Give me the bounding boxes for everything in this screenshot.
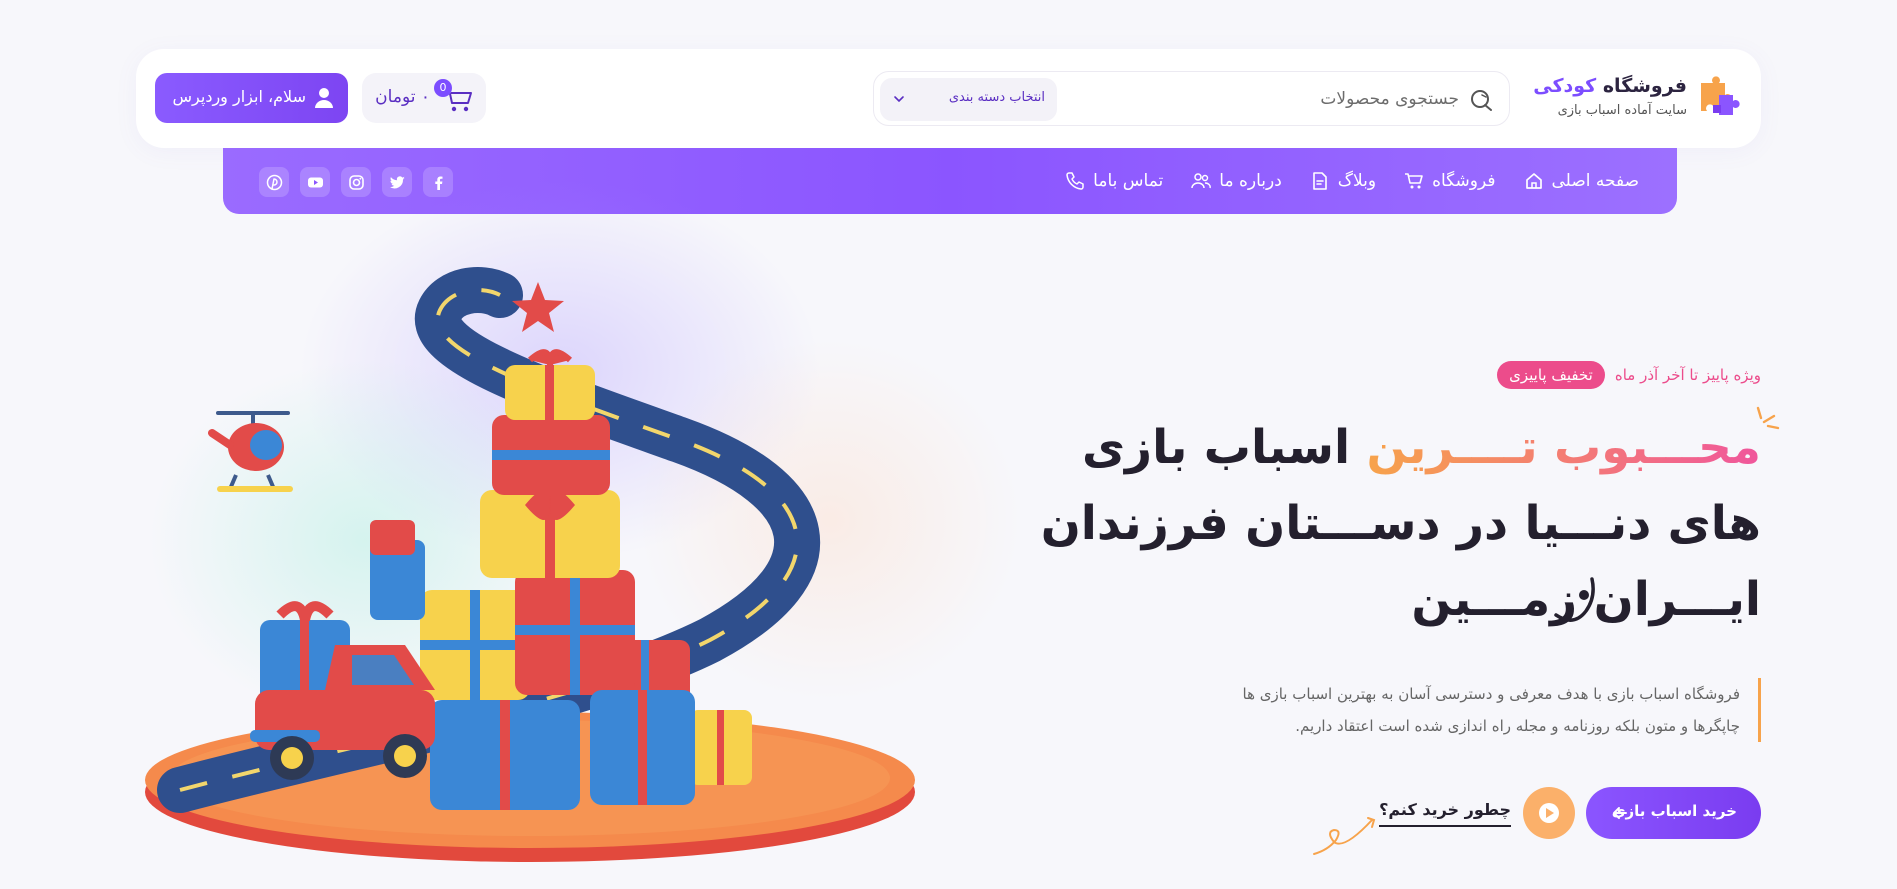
youtube-icon — [307, 177, 323, 187]
nav-item-about-label: درباره ما — [1219, 171, 1282, 191]
cart-button[interactable]: 0 ۰ تومان — [362, 73, 486, 123]
play-icon — [1539, 803, 1559, 823]
pinterest-icon — [266, 174, 282, 190]
promo-row: تخفیف پاییزی ویژه پاییز تا آخر آذر ماه — [1497, 361, 1761, 389]
promo-text: ویژه پاییز تا آخر آذر ماه — [1614, 366, 1761, 384]
hero-headline: محـــبوب تــــرین اسباب بازی های دنـــیا… — [1040, 410, 1762, 638]
play-video-button[interactable] — [1523, 787, 1575, 839]
search-input[interactable] — [1079, 82, 1459, 116]
curly-arrow-icon — [1313, 817, 1376, 855]
youtube-link[interactable] — [300, 167, 330, 197]
home-icon — [1525, 173, 1542, 189]
twitter-link[interactable] — [382, 167, 412, 197]
arrow-left-icon — [1613, 807, 1627, 819]
account-label: سلام، ابزار وردپرس — [172, 87, 306, 106]
helicopter-toy-icon — [208, 411, 293, 492]
nav-item-home-label: صفحه اصلی — [1551, 171, 1639, 191]
cart-count-badge: 0 — [434, 79, 452, 97]
site-logo[interactable]: فروشگاه کودکی سایت آماده اسباب بازی — [1533, 69, 1741, 129]
category-select[interactable]: انتخاب دسته بندی — [880, 78, 1057, 121]
facebook-link[interactable] — [423, 167, 453, 197]
headline-line-2: های دنـــیا در دســـتان فرزندان — [1040, 496, 1761, 551]
buy-toys-label: خرید اسباب بازی — [1611, 802, 1737, 820]
chevron-down-icon — [894, 96, 904, 103]
promo-badge: تخفیف پاییزی — [1497, 361, 1605, 389]
logo-subtitle: سایت آماده اسباب بازی — [1557, 103, 1687, 118]
nav-item-about[interactable]: درباره ما — [1191, 171, 1282, 191]
nav-item-blog[interactable]: وبلاگ — [1310, 171, 1376, 191]
site-header: فروشگاه کودکی سایت آماده اسباب بازی انتخ… — [136, 49, 1761, 148]
headline-accent: محـــبوب تــــرین — [1366, 420, 1762, 475]
category-select-label: انتخاب دسته بندی — [948, 90, 1045, 105]
pinterest-link[interactable] — [259, 167, 289, 197]
hero-description: فروشگاه اسباب بازی با هدف معرفی و دسترسی… — [1201, 678, 1761, 742]
account-button[interactable]: سلام، ابزار وردپرس — [155, 73, 348, 123]
logo-title: فروشگاه کودکی — [1533, 75, 1687, 97]
twitter-icon — [389, 175, 405, 188]
description-line-2: چاپگرها و متون بلکه روزنامه و مجله راه ا… — [1295, 717, 1740, 735]
social-links — [259, 167, 453, 197]
headline-line-1: محـــبوب تــــرین اسباب بازی — [1082, 410, 1762, 486]
smile-icon — [1554, 577, 1595, 622]
search-box: انتخاب دسته بندی — [873, 71, 1510, 126]
nav-item-home[interactable]: صفحه اصلی — [1524, 171, 1639, 191]
user-icon — [315, 88, 333, 108]
description-line-1: فروشگاه اسباب بازی با هدف معرفی و دسترسی… — [1242, 685, 1741, 703]
document-icon — [1312, 172, 1327, 190]
headline-line-3: ایـــران زمـــین — [1411, 572, 1761, 627]
facebook-icon — [434, 175, 442, 190]
headline-line-1-rest: اسباب بازی — [1081, 420, 1351, 475]
instagram-link[interactable] — [341, 167, 371, 197]
logo-title-accent: کودکی — [1533, 75, 1597, 97]
search-icon[interactable] — [1469, 87, 1495, 113]
nav-item-contact-label: تماس باما — [1093, 171, 1164, 191]
nav-item-shop[interactable]: فروشگاه — [1404, 171, 1496, 191]
phone-icon — [1066, 172, 1084, 190]
instagram-icon — [348, 174, 364, 190]
cart-total: ۰ تومان — [375, 87, 430, 107]
puzzle-logo-icon — [1701, 76, 1740, 115]
cart-icon — [1405, 173, 1423, 189]
nav-item-shop-label: فروشگاه — [1432, 171, 1496, 191]
buy-toys-button[interactable]: خرید اسباب بازی — [1586, 787, 1761, 839]
how-to-buy-link[interactable]: چطور خرید کنم؟ — [1379, 800, 1511, 827]
hero-toy-illustration — [145, 267, 915, 862]
nav-item-blog-label: وبلاگ — [1337, 171, 1377, 191]
users-icon — [1191, 173, 1212, 189]
nav-item-contact[interactable]: تماس باما — [1065, 171, 1163, 191]
